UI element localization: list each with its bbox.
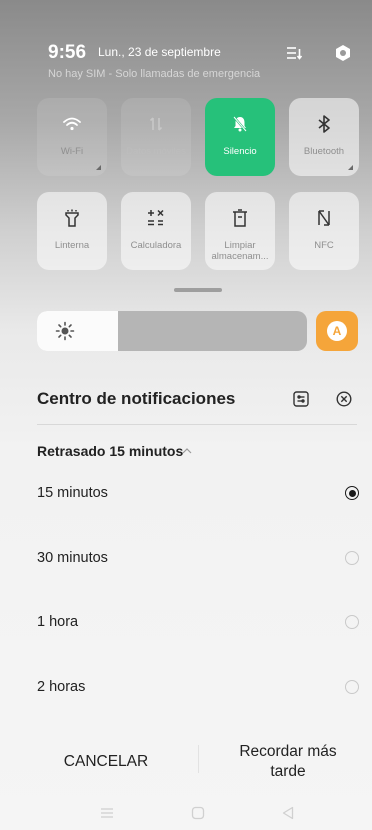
expand-corner-icon [96,165,101,170]
menu-nav-icon[interactable] [95,804,119,822]
date-label: Lun., 23 de septiembre [98,45,221,59]
tile-label: Datos móviles [126,146,186,157]
radio-selected[interactable] [345,486,359,500]
calculator-icon [144,206,168,230]
tile-mobile-data[interactable]: Datos móviles [121,98,191,176]
radio-unselected[interactable] [345,551,359,565]
bluetooth-icon [312,112,336,136]
radio-unselected[interactable] [345,615,359,629]
remind-later-button[interactable]: Recordar más tarde [222,740,354,784]
mobile-data-icon [144,112,168,136]
snooze-title: Retrasado 15 minutos [37,443,184,459]
radio-unselected[interactable] [345,680,359,694]
button-separator [198,745,199,773]
auto-brightness-button[interactable]: A [316,311,358,351]
panel-drag-handle[interactable] [174,288,222,292]
settings-hexagon-icon[interactable] [332,42,354,64]
option-label: 1 hora [37,614,79,630]
home-nav-icon[interactable] [186,804,210,822]
tile-calculator[interactable]: Calculadora [121,192,191,270]
tile-label: NFC [314,240,334,251]
notification-settings-icon[interactable] [290,388,312,410]
sim-notice: No hay SIM - Solo llamadas de emergencia [48,68,261,80]
cancel-button[interactable]: CANCELAR [30,740,182,784]
auto-brightness-label: A [327,321,347,341]
tile-label: Silencio [223,146,257,157]
snooze-option-2h[interactable]: 2 horas [37,667,359,707]
edit-list-icon[interactable] [283,42,305,64]
tile-nfc[interactable]: NFC [289,192,359,270]
clear-all-icon[interactable] [333,388,355,410]
snooze-option-30min[interactable]: 30 minutos [37,538,359,578]
brightness-sun-icon [55,321,75,341]
snooze-option-1h[interactable]: 1 hora [37,602,359,642]
option-label: 15 minutos [37,485,108,501]
tile-wifi[interactable]: Wi-Fi [37,98,107,176]
wifi-icon [60,112,84,136]
snooze-option-15min[interactable]: 15 minutos [37,473,359,513]
option-label: 2 horas [37,679,86,695]
tile-clean-storage[interactable]: Limpiar almacenam... [205,192,275,270]
brightness-slider[interactable] [37,311,307,351]
expand-corner-icon [348,165,353,170]
silent-bell-icon [228,112,252,136]
tile-flashlight[interactable]: Linterna [37,192,107,270]
tile-label: Linterna [54,240,90,251]
option-label: 30 minutos [37,550,108,566]
divider [37,424,357,425]
tile-label: Bluetooth [303,146,345,157]
flashlight-icon [60,206,84,230]
back-nav-icon[interactable] [276,804,300,822]
clean-storage-icon [228,206,252,230]
tile-label: Calculadora [130,240,182,251]
tile-bluetooth[interactable]: Bluetooth [289,98,359,176]
tile-label: Wi-Fi [60,146,84,157]
notification-center-title: Centro de notificaciones [37,389,236,408]
nfc-icon [312,206,336,230]
brightness-fill [37,311,118,351]
chevron-up-icon[interactable] [182,446,192,456]
tile-silent[interactable]: Silencio [205,98,275,176]
clock: 9:56 [48,42,87,63]
tile-label: Limpiar almacenam... [211,240,269,262]
